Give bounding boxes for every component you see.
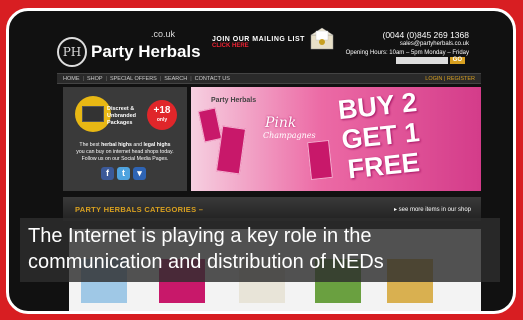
nav-separator: | bbox=[159, 75, 162, 82]
site-logo[interactable]: PH Party Herbals .co.uk bbox=[57, 29, 201, 67]
banner-headline: BUY 2 GET 1 FREE bbox=[336, 87, 422, 185]
social-media-icon[interactable]: ▾ bbox=[133, 167, 146, 180]
nav-shop[interactable]: SHOP bbox=[87, 76, 103, 82]
social-links: f t ▾ bbox=[101, 167, 149, 180]
slide-caption: The Internet is playing a key role in th… bbox=[20, 218, 500, 282]
banner-brand: Party Herbals bbox=[211, 97, 257, 104]
nav-special-offers[interactable]: SPECIAL OFFERS bbox=[110, 76, 157, 82]
promo-banner[interactable]: Party Herbals Pink Champagnes BUY 2 GET … bbox=[191, 87, 481, 191]
logo-mark: PH bbox=[57, 37, 87, 67]
promo-panel: Discreet & Unbranded Packages +18 only T… bbox=[63, 87, 187, 191]
caption-line-1: The Internet is playing a key role in th… bbox=[28, 225, 372, 247]
mailing-title: JOIN OUR MAILING LIST bbox=[212, 36, 305, 43]
product-pack-image bbox=[197, 107, 223, 143]
nav-home[interactable]: HOME bbox=[63, 76, 80, 82]
search-form: GO bbox=[395, 57, 465, 64]
logo-tld: .co.uk bbox=[151, 29, 176, 39]
nav-separator: | bbox=[190, 75, 192, 82]
phone-number: (0044 (0)845 269 1368 bbox=[382, 30, 470, 40]
nav-separator: | bbox=[82, 75, 84, 82]
categories-title: PARTY HERBALS CATEGORIES – bbox=[75, 205, 204, 214]
login-register-link[interactable]: LOGIN | REGISTER bbox=[425, 76, 475, 82]
search-go-button[interactable]: GO bbox=[449, 57, 465, 64]
package-icon bbox=[82, 106, 104, 122]
promo-tagline: The best herbal highs and legal highs yo… bbox=[76, 142, 174, 162]
age-number: +18 bbox=[153, 105, 171, 116]
age-restriction-badge: +18 only bbox=[147, 100, 177, 130]
nav-separator: | bbox=[105, 75, 107, 82]
mailing-sub: CLICK HERE bbox=[212, 43, 249, 49]
contact-info: (0044 (0)845 269 1368 sales@partyherbals… bbox=[346, 31, 469, 58]
email-address[interactable]: sales@partyherbals.co.uk bbox=[346, 40, 469, 49]
search-input[interactable] bbox=[395, 57, 448, 64]
envelope-icon[interactable] bbox=[310, 27, 334, 51]
discreet-packages-label: Discreet & Unbranded Packages bbox=[107, 106, 137, 126]
nav-search[interactable]: SEARCH bbox=[164, 76, 187, 82]
banner-product-name: Pink bbox=[265, 115, 297, 131]
twitter-icon[interactable]: t bbox=[117, 167, 130, 180]
banner-product-subname: Champagnes bbox=[263, 131, 316, 140]
product-pack-image bbox=[307, 139, 333, 181]
main-nav: HOME | SHOP | SPECIAL OFFERS | SEARCH | … bbox=[57, 73, 481, 84]
discreet-packages-badge bbox=[75, 96, 111, 132]
logo-name: Party Herbals bbox=[91, 42, 201, 61]
mailing-list-link[interactable]: JOIN OUR MAILING LIST CLICK HERE bbox=[212, 36, 305, 49]
see-more-link[interactable]: ▸ see more items in our shop bbox=[394, 206, 471, 213]
facebook-icon[interactable]: f bbox=[101, 167, 114, 180]
product-pack-image bbox=[215, 125, 247, 175]
caption-line-2: communication and distribution of NEDs bbox=[28, 251, 384, 273]
nav-contact-us[interactable]: CONTACT US bbox=[195, 76, 230, 82]
age-only-text: only bbox=[156, 117, 168, 123]
